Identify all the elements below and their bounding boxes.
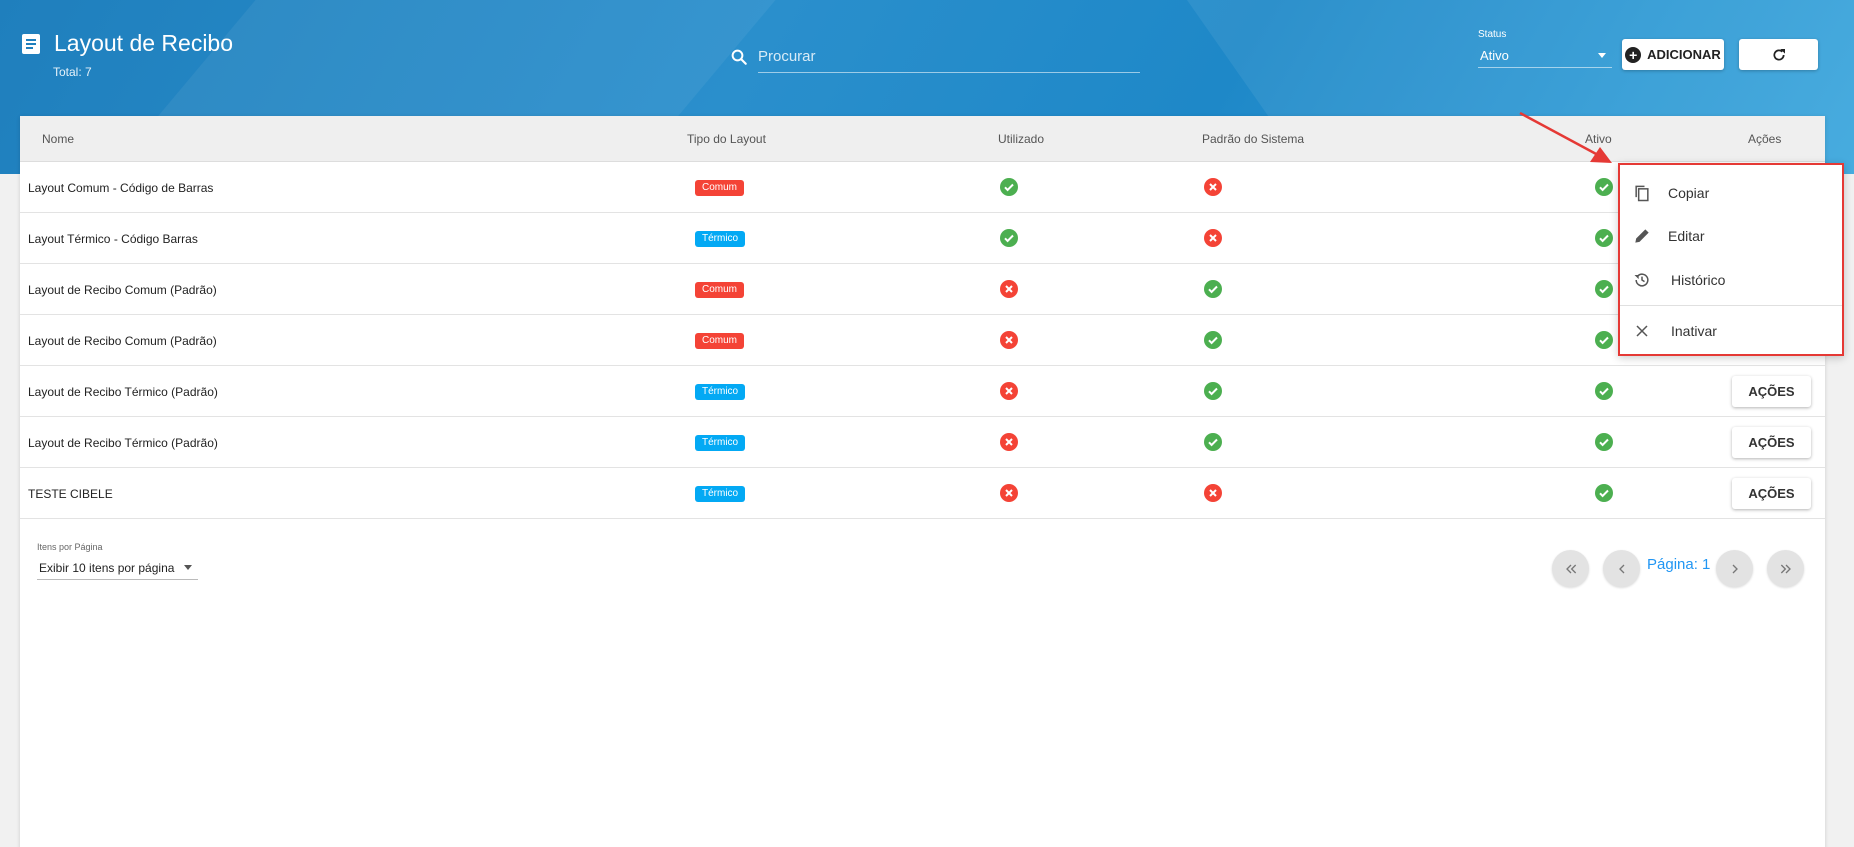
col-header-utilizado: Utilizado	[998, 132, 1045, 146]
col-header-padrao: Padrão do Sistema	[1202, 132, 1305, 146]
ativo-check-icon	[1595, 178, 1613, 196]
padrao-check-icon	[1204, 280, 1222, 298]
ativo-check-icon	[1595, 484, 1613, 502]
table-row: Layout de Recibo Comum (Padrão) Comum	[20, 315, 1825, 366]
add-button[interactable]: + ADICIONAR	[1622, 39, 1724, 70]
chevron-down-icon	[1598, 53, 1606, 58]
table-row: Layout de Recibo Térmico (Padrão) Térmico…	[20, 417, 1825, 468]
double-chevron-left-icon	[1565, 564, 1576, 573]
table-row: Layout Térmico - Código Barras Térmico	[20, 213, 1825, 264]
table-row: TESTE CIBELE Térmico AÇÕES	[20, 468, 1825, 519]
menu-item-label: Histórico	[1671, 272, 1726, 288]
table-row: Layout Comum - Código de Barras Comum	[20, 162, 1825, 213]
padrao-cross-icon	[1204, 178, 1222, 196]
layout-type-badge: Comum	[695, 333, 745, 349]
layout-type-badge: Térmico	[695, 486, 746, 502]
layout-type-badge: Térmico	[695, 435, 746, 451]
status-label: Status	[1478, 29, 1507, 40]
close-icon	[1636, 325, 1648, 337]
refresh-button[interactable]	[1739, 39, 1818, 70]
acoes-button[interactable]: AÇÕES	[1732, 427, 1811, 458]
padrao-check-icon	[1204, 382, 1222, 400]
page-title: Layout de Recibo	[54, 30, 234, 56]
ativo-check-icon	[1595, 382, 1613, 400]
items-per-page-value: Exibir 10 itens por página	[39, 560, 175, 575]
col-header-acoes: Ações	[1748, 132, 1782, 146]
add-button-label: ADICIONAR	[1647, 47, 1721, 62]
menu-item-inativar[interactable]: Inativar	[1620, 311, 1842, 351]
menu-divider	[1620, 305, 1842, 306]
layout-type-badge: Térmico	[695, 384, 746, 400]
padrao-check-icon	[1204, 331, 1222, 349]
page-title-group: Layout de Recibo	[22, 30, 233, 57]
col-header-ativo: Ativo	[1585, 132, 1612, 146]
padrao-cross-icon	[1204, 484, 1222, 502]
ativo-check-icon	[1595, 229, 1613, 247]
menu-item-label: Inativar	[1671, 323, 1717, 339]
search-icon	[731, 49, 747, 65]
document-icon	[22, 33, 40, 54]
layout-type-badge: Comum	[695, 180, 745, 196]
ativo-check-icon	[1595, 331, 1613, 349]
plus-icon: +	[1625, 46, 1642, 63]
table-row: Layout de Recibo Térmico (Padrão) Térmico…	[20, 366, 1825, 417]
layout-type-badge: Térmico	[695, 231, 746, 247]
layout-name: Layout de Recibo Térmico (Padrão)	[28, 385, 218, 399]
layout-name: Layout Térmico - Código Barras	[28, 232, 198, 246]
copy-icon	[1635, 185, 1649, 202]
pencil-icon	[1635, 229, 1649, 243]
history-icon	[1634, 273, 1649, 287]
menu-item-label: Editar	[1668, 228, 1705, 244]
table-row: Layout de Recibo Comum (Padrão) Comum	[20, 264, 1825, 315]
menu-item-label: Copiar	[1668, 185, 1710, 201]
layout-name: Layout de Recibo Térmico (Padrão)	[28, 436, 218, 450]
prev-page-button[interactable]	[1603, 550, 1640, 587]
ativo-check-icon	[1595, 280, 1613, 298]
items-per-page-label: Itens por Página	[37, 542, 103, 552]
last-page-button[interactable]	[1767, 550, 1804, 587]
layout-name: Layout de Recibo Comum (Padrão)	[28, 334, 217, 348]
items-per-page-select[interactable]: Exibir 10 itens por página	[37, 556, 198, 580]
acoes-button[interactable]: AÇÕES	[1732, 478, 1811, 509]
menu-item-editar[interactable]: Editar	[1620, 216, 1842, 256]
ativo-check-icon	[1595, 433, 1613, 451]
utilizado-cross-icon	[1000, 484, 1018, 502]
first-page-button[interactable]	[1552, 550, 1589, 587]
col-header-nome: Nome	[42, 132, 75, 146]
double-chevron-right-icon	[1780, 564, 1791, 573]
refresh-icon	[1773, 48, 1785, 61]
chevron-down-icon	[184, 565, 192, 570]
status-select[interactable]: Ativo	[1478, 44, 1612, 68]
menu-item-historico[interactable]: Histórico	[1620, 260, 1842, 300]
utilizado-cross-icon	[1000, 280, 1018, 298]
utilizado-check-icon	[1000, 178, 1018, 196]
search-input[interactable]	[758, 41, 1140, 73]
layout-name: Layout de Recibo Comum (Padrão)	[28, 283, 217, 297]
col-header-tipo: Tipo do Layout	[687, 132, 766, 146]
page-indicator: Página: 1	[1647, 556, 1711, 573]
search-bar	[730, 40, 1140, 74]
table-header: Nome Tipo do Layout Utilizado Padrão do …	[20, 116, 1825, 162]
status-value: Ativo	[1480, 48, 1509, 63]
layouts-table-card: Nome Tipo do Layout Utilizado Padrão do …	[20, 116, 1825, 847]
layout-type-badge: Comum	[695, 282, 745, 298]
chevron-left-icon	[1618, 564, 1624, 573]
acoes-button[interactable]: AÇÕES	[1732, 376, 1811, 407]
padrao-cross-icon	[1204, 229, 1222, 247]
utilizado-cross-icon	[1000, 382, 1018, 400]
next-page-button[interactable]	[1716, 550, 1753, 587]
utilizado-check-icon	[1000, 229, 1018, 247]
utilizado-cross-icon	[1000, 331, 1018, 349]
chevron-right-icon	[1732, 564, 1738, 573]
menu-item-copiar[interactable]: Copiar	[1620, 173, 1842, 213]
total-count: Total: 7	[53, 65, 92, 79]
layout-name: TESTE CIBELE	[28, 487, 113, 501]
padrao-check-icon	[1204, 433, 1222, 451]
utilizado-cross-icon	[1000, 433, 1018, 451]
actions-menu: Copiar Editar Histórico Inativar	[1618, 163, 1844, 356]
layout-name: Layout Comum - Código de Barras	[28, 181, 214, 195]
